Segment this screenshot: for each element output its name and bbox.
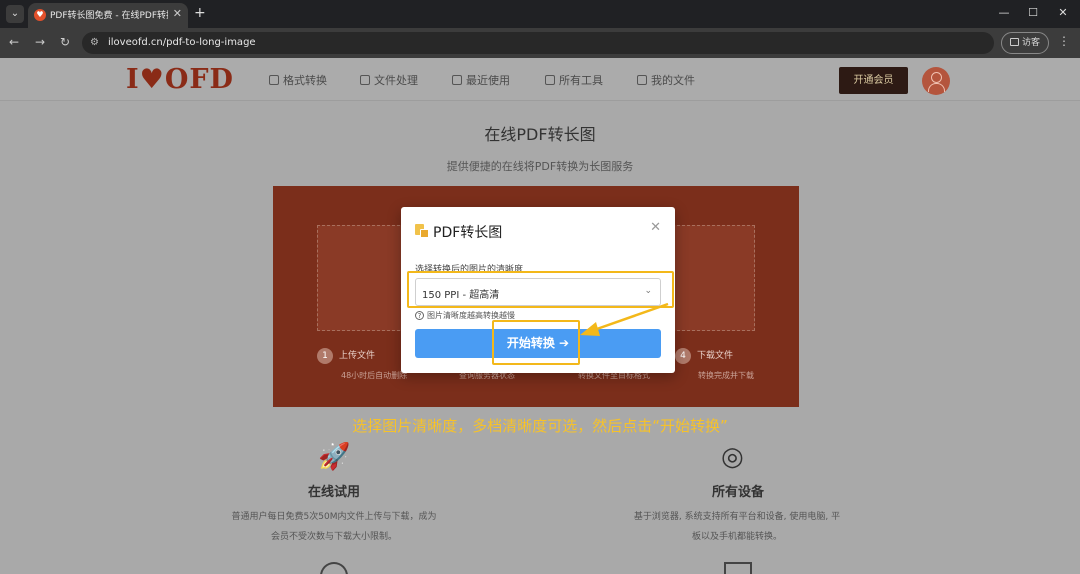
- annotation-arrow-icon: [580, 302, 669, 336]
